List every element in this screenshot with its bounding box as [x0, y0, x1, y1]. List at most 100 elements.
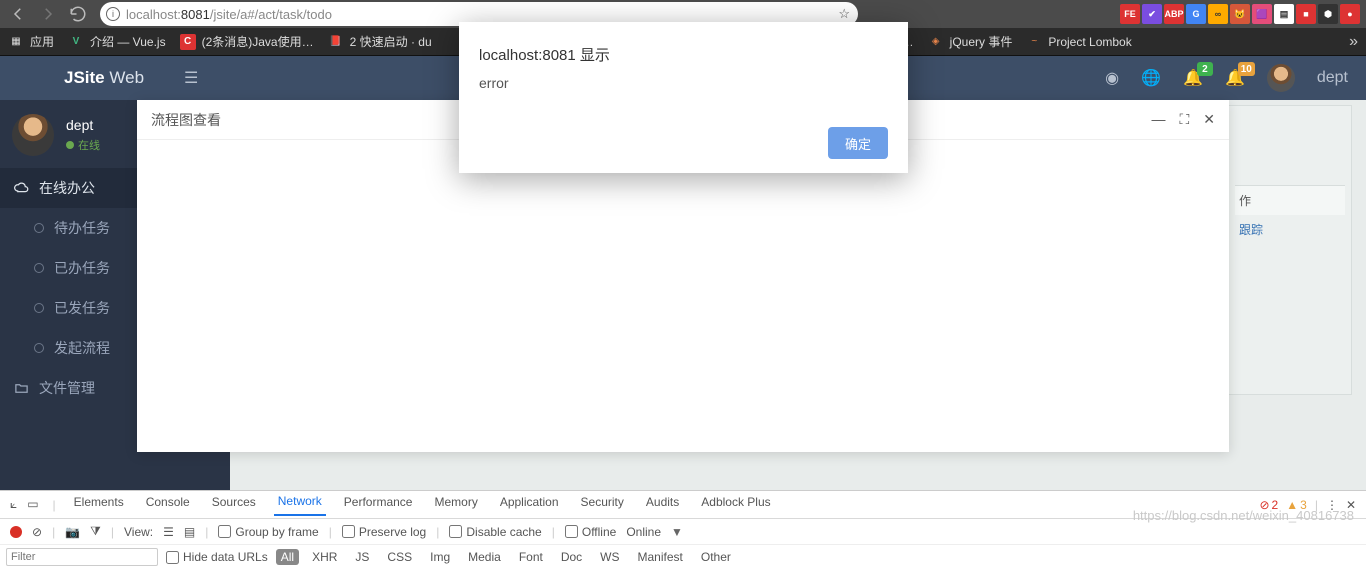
bookmark-link[interactable]: C(2条消息)Java使用… — [180, 33, 314, 50]
extension-icons: FE ✔ ABP G ∞ 😺 🟪 ▤ ■ ⬢ ● — [1120, 4, 1360, 24]
ext-icon[interactable]: 😺 — [1230, 4, 1250, 24]
throttling-select[interactable]: Online — [626, 525, 661, 539]
ext-icon[interactable]: ∞ — [1208, 4, 1228, 24]
sidebar-item-label: 已办任务 — [54, 258, 110, 278]
ext-icon[interactable]: ▤ — [1274, 4, 1294, 24]
panel-title: 流程图查看 — [151, 110, 221, 130]
reload-button[interactable] — [66, 2, 90, 26]
app-brand: JSite Web — [64, 68, 144, 88]
table-header-fragment: 作 — [1235, 186, 1345, 215]
ext-icon[interactable]: ✔ — [1142, 4, 1162, 24]
circle-icon — [34, 263, 44, 273]
inspect-element-icon[interactable]: ⟀ — [10, 497, 17, 512]
filter-pill[interactable]: JS — [350, 549, 374, 565]
devtools-tab-memory[interactable]: Memory — [430, 495, 481, 515]
filter-pill[interactable]: Font — [514, 549, 548, 565]
devtools-tab-performance[interactable]: Performance — [340, 495, 417, 515]
view-list-icon[interactable]: ☰ — [163, 525, 174, 539]
badge: 2 — [1197, 62, 1213, 76]
filter-pill[interactable]: Media — [463, 549, 506, 565]
ext-icon[interactable]: G — [1186, 4, 1206, 24]
sidebar-item-label: 在线办公 — [39, 178, 95, 198]
avatar[interactable] — [1267, 64, 1295, 92]
circle-icon — [34, 303, 44, 313]
header-username[interactable]: dept — [1317, 69, 1348, 87]
avatar[interactable] — [12, 114, 54, 156]
bookmark-star-icon[interactable]: ☆ — [838, 6, 850, 22]
circle-icon — [34, 223, 44, 233]
site-info-icon[interactable]: i — [106, 7, 120, 21]
bell-icon[interactable]: 🔔10 — [1225, 68, 1245, 88]
ext-icon[interactable]: ● — [1340, 4, 1360, 24]
filter-pill[interactable]: Other — [696, 549, 736, 565]
sidebar-username: dept — [66, 117, 100, 133]
sidebar-item-label: 已发任务 — [54, 298, 110, 318]
devtools-tab-application[interactable]: Application — [496, 495, 563, 515]
ext-icon[interactable]: ⬢ — [1318, 4, 1338, 24]
devtools-tab-adblock[interactable]: Adblock Plus — [697, 495, 774, 515]
devtools-tab-elements[interactable]: Elements — [70, 495, 128, 515]
badge: 10 — [1238, 62, 1255, 76]
filter-pill[interactable]: Img — [425, 549, 455, 565]
bookmark-link[interactable]: 📕2 快速启动 · du — [328, 33, 432, 50]
close-icon[interactable]: ✕ — [1203, 111, 1215, 128]
filter-pill[interactable]: Manifest — [633, 549, 688, 565]
hide-data-urls-checkbox[interactable]: Hide data URLs — [166, 550, 268, 564]
bookmark-link[interactable]: ~Project Lombok — [1026, 34, 1131, 50]
filter-pill[interactable]: XHR — [307, 549, 342, 565]
group-by-frame-checkbox[interactable]: Group by frame — [218, 525, 318, 539]
filter-pill[interactable]: CSS — [382, 549, 417, 565]
forward-button[interactable] — [36, 2, 60, 26]
alert-message: error — [479, 75, 888, 91]
view-large-icon[interactable]: ▤ — [184, 525, 195, 539]
url-path: /jsite/a#/act/task/todo — [210, 7, 332, 22]
dropdown-icon[interactable]: ▼ — [671, 525, 683, 539]
minimize-icon[interactable]: — — [1151, 111, 1165, 128]
offline-checkbox[interactable]: Offline — [565, 525, 616, 539]
maximize-icon[interactable]: ⛶ — [1179, 111, 1189, 128]
cloud-icon — [14, 181, 29, 196]
filter-pill[interactable]: Doc — [556, 549, 587, 565]
js-alert-dialog: localhost:8081 显示 error 确定 — [459, 22, 908, 173]
disable-cache-checkbox[interactable]: Disable cache — [449, 525, 541, 539]
clear-icon[interactable]: ⊘ — [32, 525, 42, 539]
back-button[interactable] — [6, 2, 30, 26]
hamburger-icon[interactable]: ☰ — [184, 68, 198, 88]
dashboard-icon[interactable]: ◉ — [1105, 68, 1119, 88]
device-toolbar-icon[interactable]: ▭ — [27, 497, 38, 512]
bookmark-link[interactable]: V介绍 — Vue.js — [68, 33, 166, 50]
folder-icon — [14, 381, 29, 396]
devtools-tab-security[interactable]: Security — [577, 495, 628, 515]
bookmark-apps[interactable]: ▦应用 — [8, 33, 54, 50]
circle-icon — [34, 343, 44, 353]
sidebar-item-label: 待办任务 — [54, 218, 110, 238]
devtools-tab-console[interactable]: Console — [142, 495, 194, 515]
devtools-tab-sources[interactable]: Sources — [208, 495, 260, 515]
alert-title: localhost:8081 显示 — [479, 44, 888, 65]
sidebar-item-label: 发起流程 — [54, 338, 110, 358]
preserve-log-checkbox[interactable]: Preserve log — [342, 525, 426, 539]
filter-pill-all[interactable]: All — [276, 549, 299, 565]
record-icon[interactable] — [10, 526, 22, 538]
ext-icon[interactable]: 🟪 — [1252, 4, 1272, 24]
filter-icon[interactable]: ⧩ — [90, 524, 101, 539]
bookmark-link[interactable]: ◈jQuery 事件 — [928, 33, 1013, 50]
capture-screenshot-icon[interactable]: 📷 — [65, 525, 80, 539]
bell-icon[interactable]: 🔔2 — [1183, 68, 1203, 88]
url-host-dim: localhost: — [126, 7, 181, 22]
devtools-tab-audits[interactable]: Audits — [642, 495, 683, 515]
devtools: ⟀ ▭ | Elements Console Sources Network P… — [0, 490, 1366, 569]
ext-icon[interactable]: ABP — [1164, 4, 1184, 24]
network-filter-input[interactable] — [6, 548, 158, 566]
url-port: 8081 — [181, 7, 210, 22]
filter-pill[interactable]: WS — [595, 549, 624, 565]
ext-icon[interactable]: FE — [1120, 4, 1140, 24]
bookmarks-overflow[interactable]: » — [1349, 33, 1358, 51]
devtools-tab-network[interactable]: Network — [274, 494, 326, 516]
track-link[interactable]: 跟踪 — [1239, 223, 1263, 237]
alert-ok-button[interactable]: 确定 — [828, 127, 888, 159]
ext-icon[interactable]: ■ — [1296, 4, 1316, 24]
sidebar-item-label: 文件管理 — [39, 378, 95, 398]
globe-icon[interactable]: 🌐 — [1141, 68, 1161, 88]
sidebar-status: 在线 — [66, 137, 100, 153]
